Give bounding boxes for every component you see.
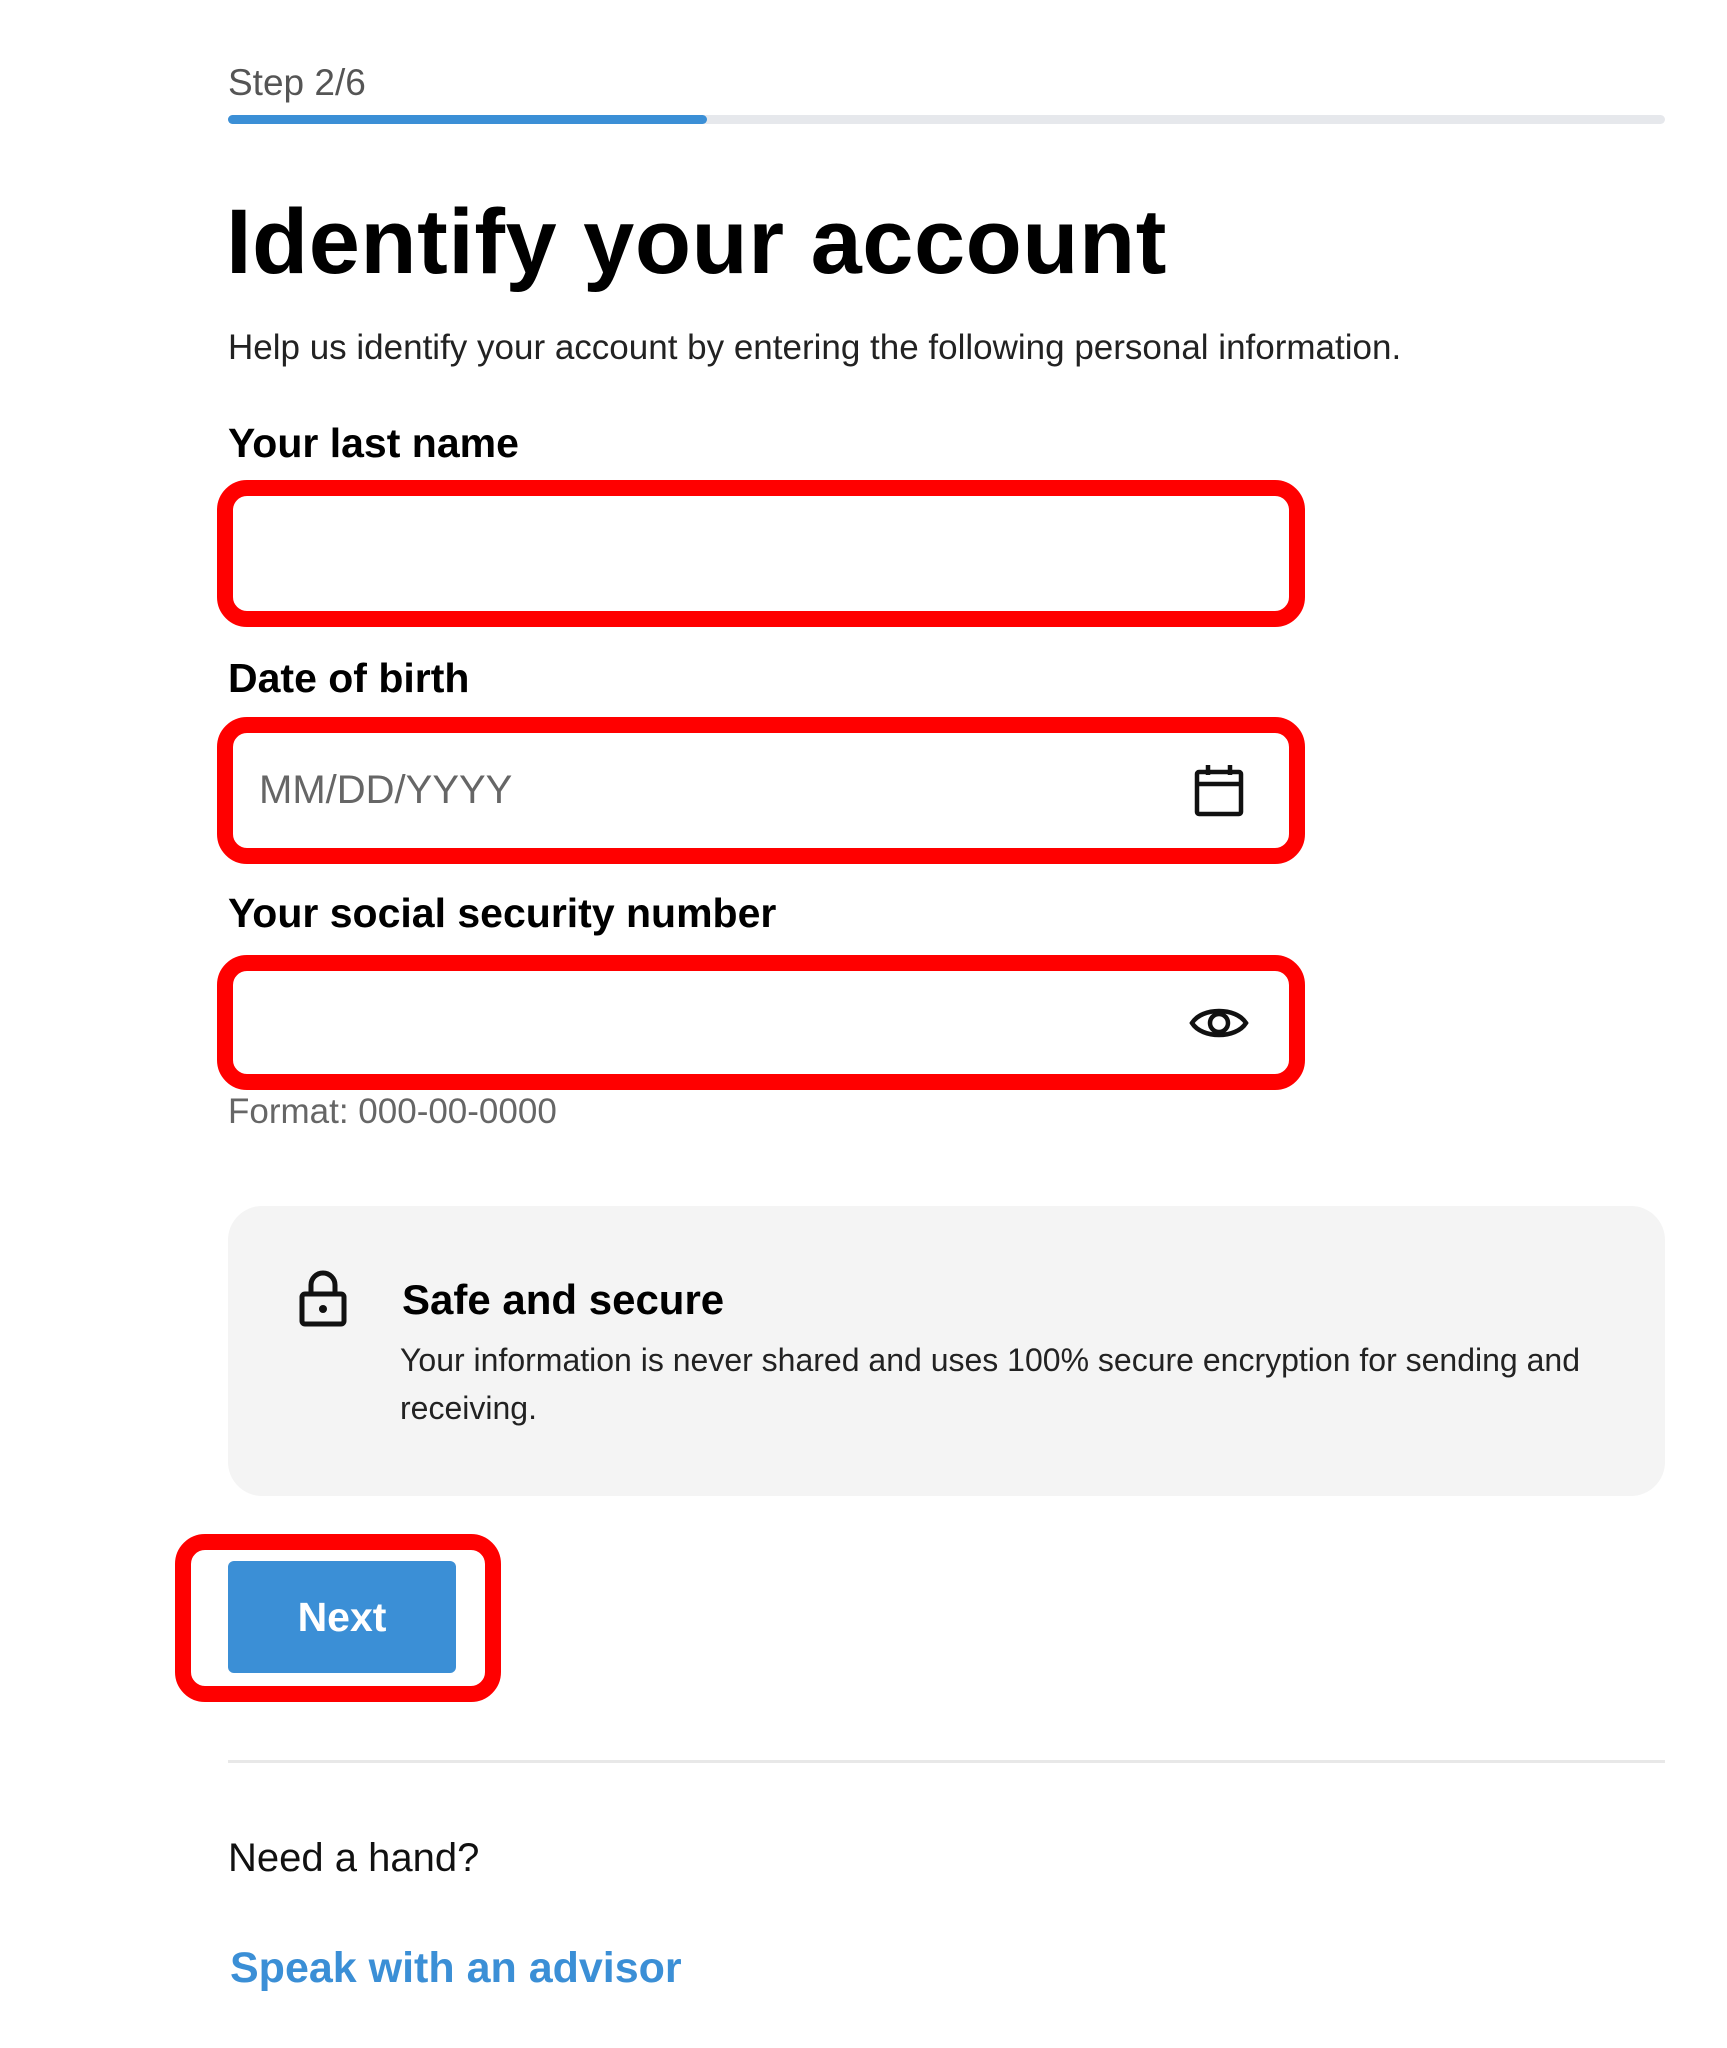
eye-icon[interactable] [1189, 993, 1249, 1053]
speak-with-advisor-link[interactable]: Speak with an advisor [230, 1944, 682, 1993]
last-name-input[interactable] [233, 496, 1289, 611]
ssn-input[interactable] [233, 971, 1289, 1074]
progress-bar [228, 115, 1665, 124]
ssn-field-highlight [217, 955, 1305, 1090]
progress-bar-fill [228, 115, 707, 124]
last-name-field-highlight [217, 480, 1305, 627]
page: Step 2/6 Identify your account Help us i… [0, 0, 1727, 2048]
security-notice-text: Your information is never shared and use… [400, 1342, 1580, 1426]
lock-icon [299, 1270, 347, 1327]
ssn-format-hint: Format: 000-00-0000 [228, 1092, 557, 1131]
dob-field-highlight [217, 717, 1305, 864]
help-prompt: Need a hand? [228, 1836, 480, 1880]
calendar-icon[interactable] [1189, 761, 1249, 821]
next-button[interactable]: Next [228, 1561, 456, 1673]
last-name-label: Your last name [228, 420, 519, 466]
security-notice-title: Safe and secure [402, 1276, 725, 1323]
divider [228, 1760, 1665, 1763]
security-notice: Safe and secure Your information is neve… [228, 1206, 1665, 1496]
dob-label: Date of birth [228, 655, 470, 701]
page-title: Identify your account [226, 191, 1167, 293]
dob-input[interactable] [233, 733, 1289, 848]
ssn-label: Your social security number [228, 890, 777, 936]
page-subtitle: Help us identify your account by enterin… [228, 328, 1402, 367]
step-indicator: Step 2/6 [228, 62, 366, 103]
